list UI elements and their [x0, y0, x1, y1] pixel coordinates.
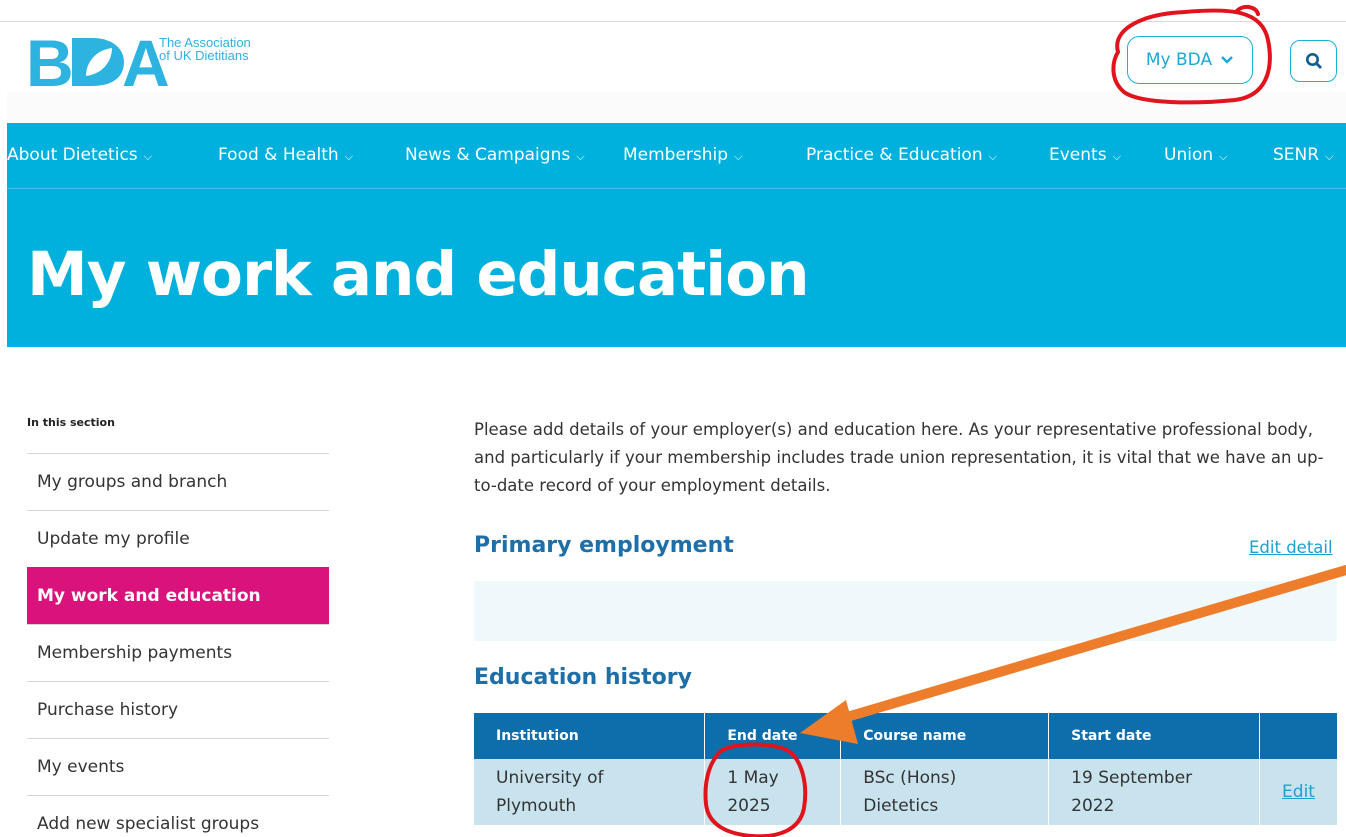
column-header-course-name: Course name — [840, 713, 1050, 759]
logo-tagline: The Association of UK Dietitians — [159, 35, 251, 63]
chevron-down-icon: ⌵ — [344, 150, 353, 163]
chevron-down-icon — [1221, 56, 1233, 64]
column-header-start-date: Start date — [1048, 713, 1261, 759]
chevron-down-icon: ⌵ — [143, 150, 152, 163]
nav-item-news-campaigns[interactable]: News & Campaigns ⌵ — [405, 145, 585, 165]
my-bda-label: My BDA — [1145, 50, 1213, 70]
sidebar-item-membership-payments[interactable]: Membership payments — [27, 624, 329, 681]
page-hero: My work and education — [7, 189, 1346, 347]
nav-item-events[interactable]: Events ⌵ — [1049, 145, 1121, 165]
column-header-institution: Institution — [474, 713, 706, 759]
sidebar-item-update-profile[interactable]: Update my profile — [27, 510, 329, 567]
search-button[interactable] — [1290, 40, 1337, 82]
sidebar-item-my-groups[interactable]: My groups and branch — [27, 453, 329, 510]
column-header-end-date: End date — [704, 713, 842, 759]
sidebar-nav: My groups and branch Update my profile M… — [27, 453, 329, 837]
nav-item-food-health[interactable]: Food & Health ⌵ — [218, 145, 353, 165]
cell-course-name: BSc (Hons) Dietetics — [840, 759, 1050, 825]
primary-employment-heading: Primary employment — [474, 533, 734, 558]
primary-employment-box — [474, 581, 1337, 641]
page-title: My work and education — [27, 239, 810, 310]
education-table: Institution End date Course name Start d… — [474, 713, 1337, 825]
table-row: University of Plymouth 1 May 2025 BSc (H… — [474, 759, 1337, 825]
sidebar-item-my-work-education[interactable]: My work and education — [27, 567, 329, 624]
chevron-down-icon: ⌵ — [988, 150, 997, 163]
sidebar-item-add-specialist-groups[interactable]: Add new specialist groups — [27, 795, 329, 837]
chevron-down-icon: ⌵ — [576, 150, 585, 163]
nav-item-practice-education[interactable]: Practice & Education ⌵ — [806, 145, 997, 165]
edit-detail-link[interactable]: Edit detail — [1249, 538, 1333, 557]
top-border — [0, 0, 1346, 22]
search-icon — [1305, 53, 1322, 69]
table-header-row: Institution End date Course name Start d… — [474, 713, 1337, 759]
my-bda-button[interactable]: My BDA — [1127, 36, 1253, 84]
chevron-down-icon: ⌵ — [1219, 150, 1228, 163]
sidebar-item-my-events[interactable]: My events — [27, 738, 329, 795]
nav-item-membership[interactable]: Membership ⌵ — [623, 145, 742, 165]
chevron-down-icon: ⌵ — [1325, 150, 1334, 163]
chevron-down-icon: ⌵ — [1112, 150, 1121, 163]
cell-action: Edit — [1259, 759, 1337, 825]
chevron-down-icon: ⌵ — [734, 150, 743, 163]
nav-item-about-dietetics[interactable]: About Dietetics ⌵ — [7, 145, 152, 165]
cell-start-date: 19 September 2022 — [1048, 759, 1261, 825]
cell-institution: University of Plymouth — [474, 759, 706, 825]
cell-end-date: 1 May 2025 — [704, 759, 842, 825]
nav-item-senr[interactable]: SENR ⌵ — [1273, 145, 1333, 165]
column-header-actions — [1259, 713, 1337, 759]
nav-item-union[interactable]: Union ⌵ — [1164, 145, 1227, 165]
intro-text: Please add details of your employer(s) a… — [474, 420, 1324, 495]
svg-text:B: B — [26, 36, 71, 88]
sidebar-heading: In this section — [27, 416, 115, 429]
edit-education-link[interactable]: Edit — [1282, 782, 1315, 802]
main-nav: About Dietetics ⌵ Food & Health ⌵ News & C… — [7, 123, 1346, 189]
education-history-heading: Education history — [474, 665, 692, 690]
header-band — [7, 92, 1346, 123]
sidebar-item-purchase-history[interactable]: Purchase history — [27, 681, 329, 738]
